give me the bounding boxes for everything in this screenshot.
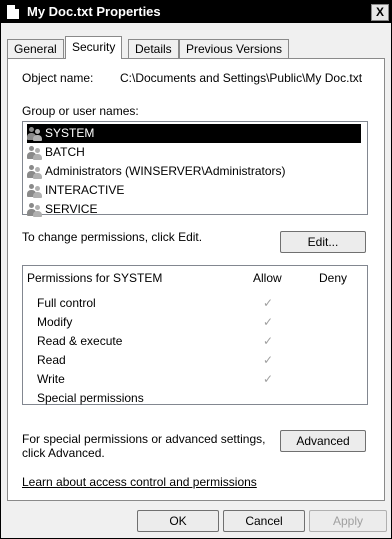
list-item-administrators[interactable]: Administrators (WINSERVER\Administrators… (27, 162, 361, 181)
tab-security[interactable]: Security (65, 36, 123, 59)
security-panel: Object name: C:\Documents and Settings\P… (7, 58, 385, 501)
permissions-box: Permissions for SYSTEM Allow Deny Full c… (22, 265, 368, 405)
tab-details[interactable]: Details (128, 39, 179, 58)
list-item-interactive[interactable]: INTERACTIVE (27, 181, 361, 200)
permission-name: Read & execute (37, 334, 123, 348)
permission-row: Full control ✓ (37, 294, 357, 312)
apply-button[interactable]: Apply (309, 510, 387, 532)
permission-name: Modify (37, 315, 73, 329)
user-group-icon (27, 145, 43, 160)
allow-check-icon: ✓ (263, 296, 274, 310)
close-button[interactable]: X (371, 4, 389, 21)
permissions-header: Permissions for SYSTEM (27, 271, 163, 285)
properties-dialog: My Doc.txt Properties X General Security… (0, 0, 392, 539)
title-bar[interactable]: My Doc.txt Properties X (1, 1, 391, 23)
user-group-icon (27, 202, 43, 217)
groups-label: Group or user names: (22, 104, 139, 118)
tab-previous-versions[interactable]: Previous Versions (179, 39, 290, 58)
permission-name: Write (37, 372, 65, 386)
group-user-list[interactable]: SYSTEM BATCH Administrators (WINSERVER\A… (22, 121, 368, 217)
user-group-icon (27, 164, 43, 179)
object-name-value: C:\Documents and Settings\Public\My Doc.… (120, 71, 363, 85)
permission-name: Read (37, 353, 66, 367)
permission-row: Special permissions (37, 389, 357, 407)
allow-check-icon: ✓ (263, 315, 274, 329)
cancel-button[interactable]: Cancel (223, 510, 305, 532)
ok-button[interactable]: OK (137, 510, 219, 532)
object-name-label: Object name: (22, 71, 94, 85)
allow-check-icon: ✓ (263, 334, 274, 348)
allow-check-icon: ✓ (263, 372, 274, 386)
list-item-service[interactable]: SERVICE (27, 200, 361, 219)
allow-check-icon: ✓ (263, 353, 274, 367)
list-item-system[interactable]: SYSTEM (27, 124, 361, 143)
learn-more-link[interactable]: Learn about access control and permissio… (22, 475, 257, 489)
permission-row: Write ✓ (37, 370, 357, 388)
document-icon (7, 5, 19, 19)
advanced-button[interactable]: Advanced (280, 430, 366, 452)
user-group-icon (27, 126, 43, 141)
permission-row: Modify ✓ (37, 313, 357, 331)
change-permissions-text: To change permissions, click Edit. (22, 230, 203, 244)
permission-row: Read ✓ (37, 351, 357, 369)
permission-name: Special permissions (37, 391, 144, 405)
tab-general[interactable]: General (7, 39, 64, 58)
edit-button[interactable]: Edit... (280, 231, 366, 253)
permission-name: Full control (37, 296, 96, 310)
allow-header: Allow (253, 271, 282, 285)
list-item-batch[interactable]: BATCH (27, 143, 361, 162)
user-group-icon (27, 183, 43, 198)
window-title: My Doc.txt Properties (27, 4, 161, 19)
special-permissions-text-line1: For special permissions or advanced sett… (22, 432, 266, 446)
deny-header: Deny (319, 271, 348, 285)
permission-row: Read & execute ✓ (37, 332, 357, 350)
special-permissions-text-line2: click Advanced. (22, 446, 105, 460)
